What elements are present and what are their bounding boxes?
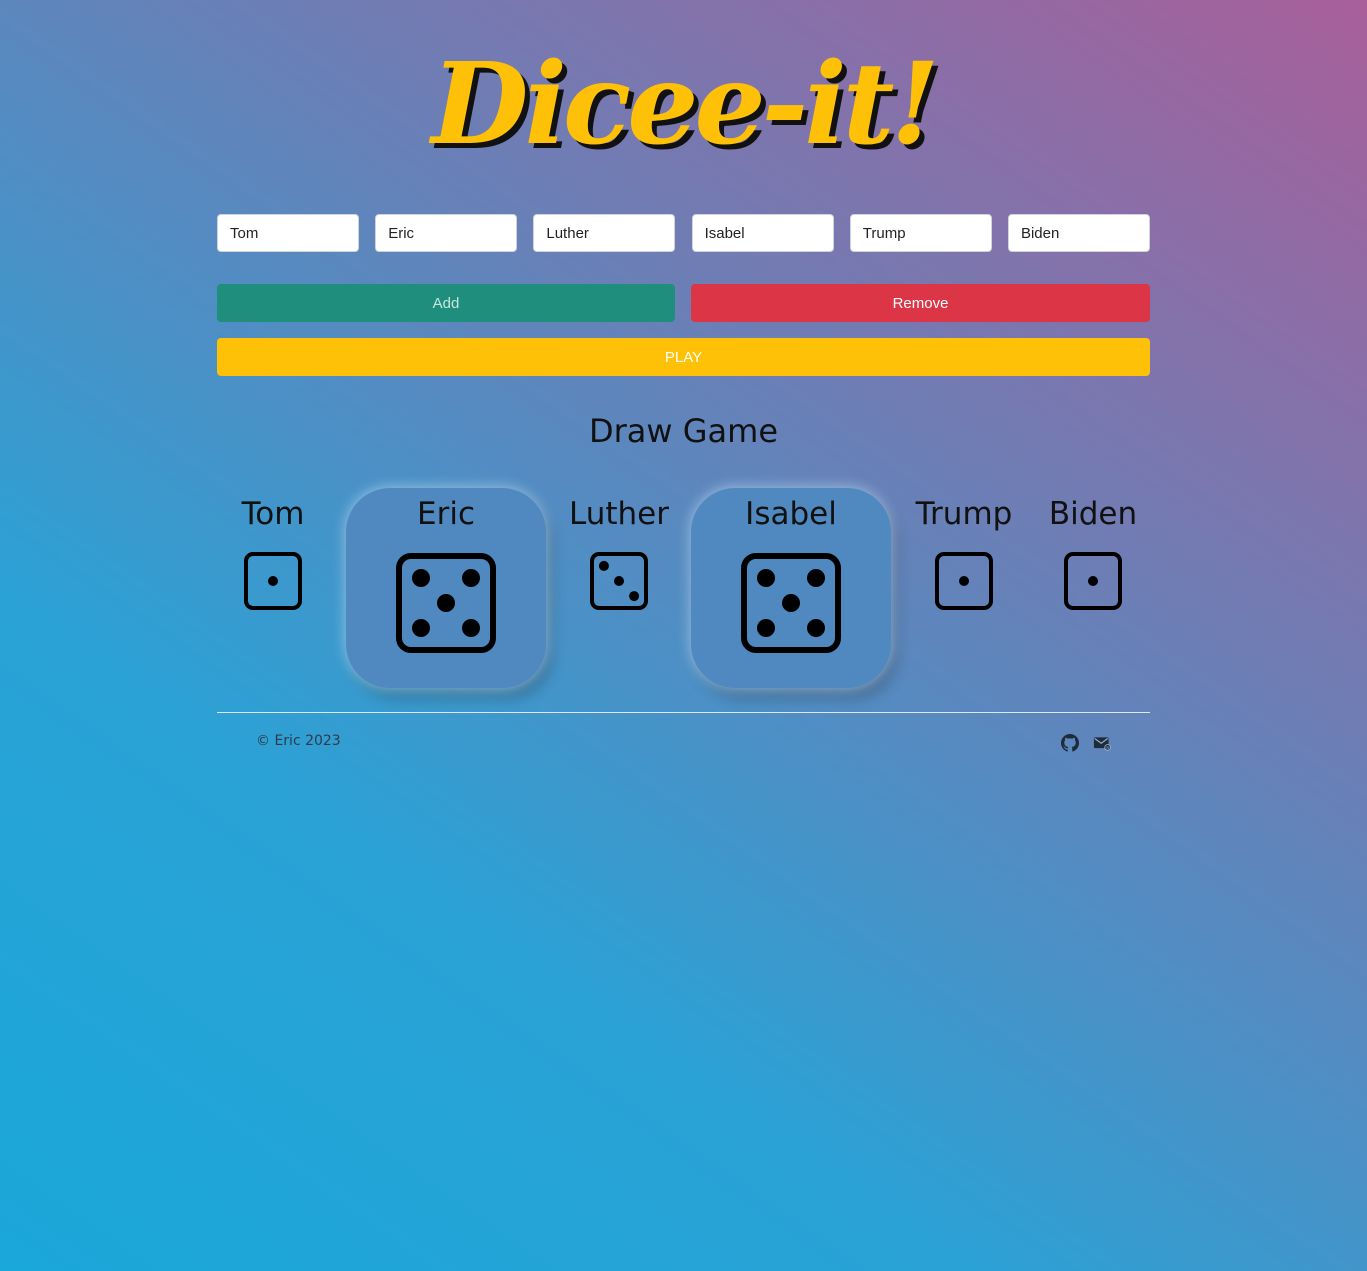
player-name: Tom bbox=[241, 496, 305, 532]
player-name: Biden bbox=[1048, 496, 1138, 532]
add-player-button[interactable]: Add bbox=[217, 284, 675, 322]
die-pip bbox=[807, 569, 825, 587]
die-pip bbox=[412, 619, 430, 637]
die-pip bbox=[757, 569, 775, 587]
die-pip bbox=[437, 594, 455, 612]
mail-icon[interactable]: @ bbox=[1093, 734, 1111, 756]
dice-1-icon bbox=[935, 552, 993, 610]
dice-5-icon bbox=[741, 553, 841, 653]
player-card-tom: Tom bbox=[213, 494, 333, 610]
die-pip bbox=[462, 619, 480, 637]
die-pip bbox=[757, 619, 775, 637]
die-pip bbox=[782, 594, 800, 612]
dice-1-icon bbox=[244, 552, 302, 610]
footer-links: @ bbox=[1061, 734, 1111, 756]
player-card-biden: Biden bbox=[1033, 494, 1153, 610]
dice-3-icon bbox=[590, 552, 648, 610]
die-pip bbox=[1088, 576, 1098, 586]
dice-5-icon bbox=[396, 553, 496, 653]
github-icon[interactable] bbox=[1061, 734, 1079, 756]
player-name: Luther bbox=[569, 496, 669, 532]
footer-divider bbox=[217, 712, 1150, 713]
die-pip bbox=[462, 569, 480, 587]
player-name-input-2[interactable] bbox=[375, 214, 518, 252]
die-pip bbox=[598, 560, 609, 571]
player-name-input-6[interactable] bbox=[1007, 214, 1150, 252]
die-pip bbox=[412, 569, 430, 587]
player-name: Isabel bbox=[745, 496, 837, 532]
play-button[interactable]: PLAY bbox=[217, 338, 1150, 376]
player-card-eric: Eric bbox=[346, 488, 546, 688]
player-inputs bbox=[217, 214, 1150, 252]
die-pip bbox=[807, 619, 825, 637]
die-pip bbox=[629, 591, 640, 602]
player-controls: Add Remove bbox=[217, 284, 1150, 322]
svg-text:@: @ bbox=[1105, 745, 1109, 751]
player-card-luther: Luther bbox=[559, 494, 679, 610]
player-name-input-4[interactable] bbox=[691, 214, 834, 252]
dice-1-icon bbox=[1064, 552, 1122, 610]
player-name: Trump bbox=[915, 496, 1013, 532]
die-pip bbox=[268, 576, 278, 586]
remove-player-button[interactable]: Remove bbox=[691, 284, 1150, 322]
player-name: Eric bbox=[417, 496, 475, 532]
result-text: Draw Game bbox=[588, 412, 778, 450]
player-name-input-5[interactable] bbox=[849, 214, 992, 252]
player-card-isabel: Isabel bbox=[691, 488, 891, 688]
die-pip bbox=[959, 576, 969, 586]
player-name-input-1[interactable] bbox=[217, 214, 359, 252]
player-card-trump: Trump bbox=[904, 494, 1024, 610]
die-pip bbox=[614, 576, 624, 586]
player-name-input-3[interactable] bbox=[533, 214, 676, 252]
copyright-text: © Eric 2023 bbox=[256, 733, 341, 749]
app-title: Dicee-it! bbox=[431, 39, 939, 170]
